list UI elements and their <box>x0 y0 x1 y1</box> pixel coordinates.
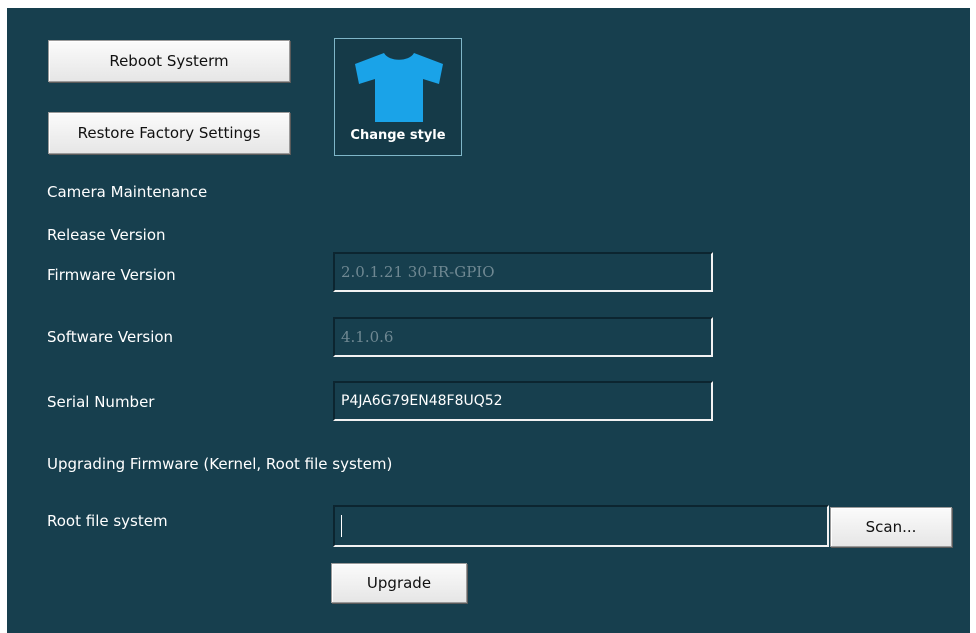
upgrade-button[interactable]: Upgrade <box>331 563 467 603</box>
scan-button[interactable]: Scan... <box>830 507 952 547</box>
section-title-upgrading-firmware: Upgrading Firmware (Kernel, Root file sy… <box>47 455 393 473</box>
software-version-label: Software Version <box>47 328 174 346</box>
change-style-button[interactable]: Change style <box>334 38 462 156</box>
section-title-release-version: Release Version <box>47 226 166 244</box>
serial-number-field[interactable]: P4JA6G79EN48F8UQ52 <box>333 381 713 421</box>
tshirt-icon <box>355 53 443 122</box>
root-file-system-label: Root file system <box>47 512 168 530</box>
text-caret <box>341 515 342 537</box>
firmware-version-label: Firmware Version <box>47 266 176 284</box>
firmware-version-field: 2.0.1.21 30-IR-GPIO <box>333 252 713 292</box>
serial-number-label: Serial Number <box>47 393 155 411</box>
root-file-system-input[interactable] <box>333 505 829 547</box>
reboot-system-button[interactable]: Reboot Systerm <box>48 40 290 82</box>
restore-factory-settings-button[interactable]: Restore Factory Settings <box>48 112 290 154</box>
section-title-camera-maintenance: Camera Maintenance <box>47 183 208 201</box>
software-version-field: 4.1.0.6 <box>333 317 713 357</box>
change-style-label: Change style <box>350 128 446 143</box>
